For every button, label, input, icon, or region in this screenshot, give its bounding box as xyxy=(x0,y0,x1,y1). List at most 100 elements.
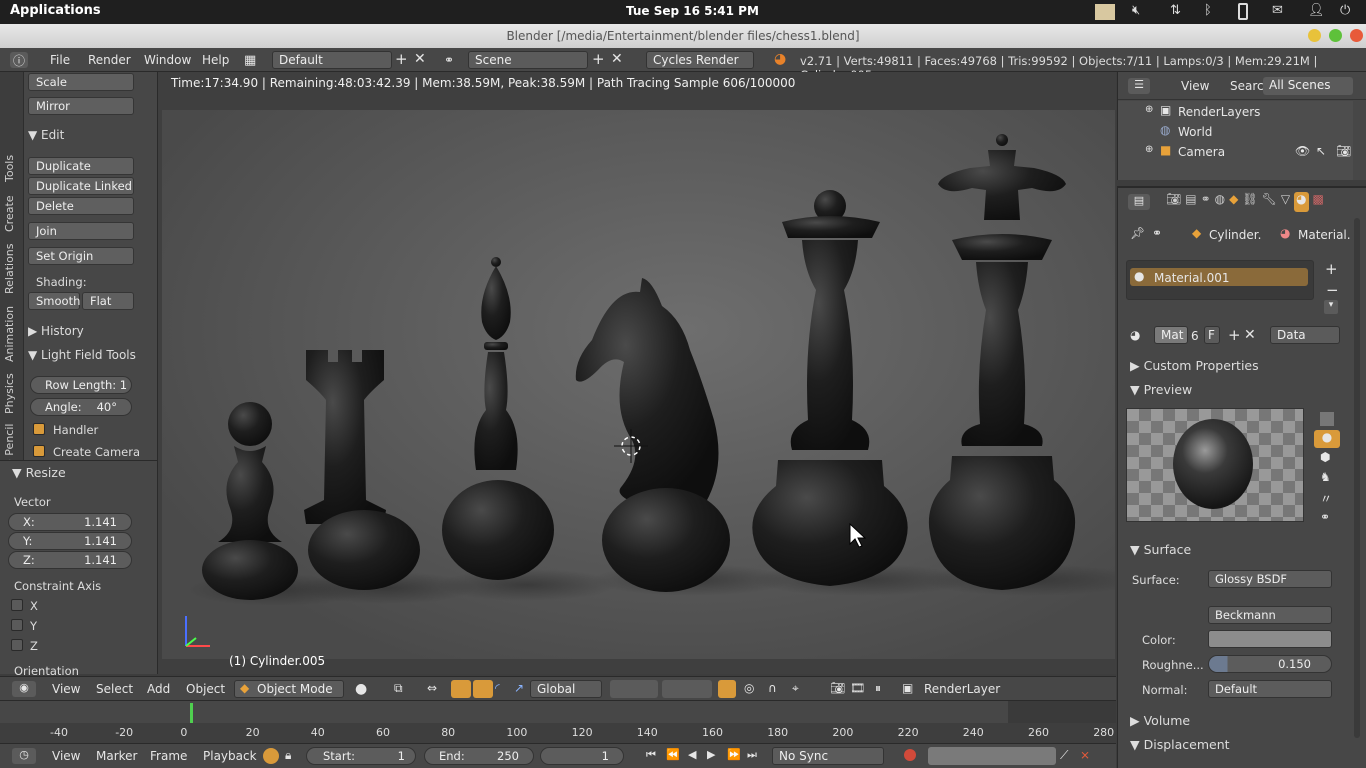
handler-checkbox[interactable] xyxy=(33,423,45,435)
create-camera-checkbox[interactable] xyxy=(33,445,45,457)
editor-type-timeline-icon[interactable]: ◷ xyxy=(12,748,36,764)
delete-key-icon[interactable]: ⨯ xyxy=(1080,748,1090,762)
network-icon[interactable]: ⇅ xyxy=(1170,3,1181,18)
constraints-tab-icon[interactable]: ⛓ xyxy=(1242,192,1257,212)
snap-element-icon[interactable]: ⌖ xyxy=(792,681,799,696)
fake-user-toggle[interactable]: F xyxy=(1204,326,1220,344)
translate-manipulator-icon[interactable] xyxy=(451,680,471,698)
applications-menu[interactable]: Applications xyxy=(10,3,101,18)
menu-window[interactable]: Window xyxy=(144,53,191,67)
layers-tab-icon[interactable]: ▤ xyxy=(1185,192,1196,212)
link-select[interactable]: Data xyxy=(1270,326,1340,344)
timeline-menu-frame[interactable]: Frame xyxy=(150,749,187,763)
duplicate-linked-button[interactable]: Duplicate Linked xyxy=(28,177,134,195)
menu-object[interactable]: Object xyxy=(186,682,225,696)
new-material-icon[interactable]: + xyxy=(1228,326,1241,344)
pivot-icon[interactable]: ⧉ xyxy=(394,681,403,696)
editor-type-3d-icon[interactable]: ◉ xyxy=(12,681,36,697)
expand-renderlayers-icon[interactable]: ⊕ xyxy=(1145,104,1153,115)
remove-layout-icon[interactable]: ✕ xyxy=(414,51,426,67)
roughness-slider[interactable]: 0.150 xyxy=(1208,655,1332,673)
render-tab-icon[interactable]: 📷︎ xyxy=(1166,192,1181,212)
flat-button[interactable]: Flat xyxy=(82,292,134,310)
pin-icon[interactable]: 📌︎ xyxy=(1130,226,1145,240)
play-reverse-icon[interactable]: ◀ xyxy=(688,748,696,761)
lock-layers-icon[interactable] xyxy=(718,680,736,698)
menu-render[interactable]: Render xyxy=(88,53,131,67)
outliner-item-camera[interactable]: Camera xyxy=(1178,145,1225,159)
scene-tab-icon[interactable]: ⚭ xyxy=(1201,192,1211,212)
scene-icon[interactable]: ⚭ xyxy=(444,53,454,67)
battery-icon[interactable] xyxy=(1238,3,1248,20)
render-layer-label[interactable]: RenderLayer xyxy=(924,682,1000,696)
user-icon[interactable]: 👤︎ xyxy=(1308,3,1325,18)
edit-panel-header[interactable]: ▼ Edit xyxy=(28,128,138,148)
tab-create[interactable]: Create xyxy=(3,195,16,232)
layers-group-1[interactable] xyxy=(610,680,658,698)
data-tab-icon[interactable]: ▽ xyxy=(1281,192,1290,212)
manipulator-extra-icon[interactable]: ↗ xyxy=(514,681,524,695)
keying-set-field[interactable] xyxy=(928,747,1056,765)
render-engine-select[interactable]: Cycles Render xyxy=(646,51,754,69)
snap-toggle-icon[interactable]: ∩ xyxy=(768,681,777,695)
set-origin-select[interactable]: Set Origin xyxy=(28,247,134,265)
row-length-field[interactable]: Row Length: 1 xyxy=(30,376,132,394)
add-layout-icon[interactable]: + xyxy=(395,50,408,68)
volume-header[interactable]: ▶ Volume xyxy=(1130,713,1190,728)
editor-type-properties-icon[interactable]: ▤ xyxy=(1128,194,1150,210)
object-tab-icon[interactable]: ◆ xyxy=(1229,192,1238,212)
breadcrumb-material[interactable]: Material. xyxy=(1298,228,1351,242)
mode-select[interactable]: Object Mode xyxy=(234,680,344,698)
material-name-field[interactable]: Mat xyxy=(1154,326,1188,344)
selectability-icon[interactable]: ↖ xyxy=(1316,144,1326,158)
layout-selector[interactable]: Default xyxy=(272,51,392,69)
breadcrumb-object[interactable]: Cylinder. xyxy=(1209,228,1261,242)
play-icon[interactable]: ▶ xyxy=(707,748,715,761)
mirror-button[interactable]: Mirror xyxy=(28,97,134,115)
add-slot-icon[interactable]: + xyxy=(1325,260,1338,278)
start-frame-field[interactable]: Start: 1 xyxy=(306,747,416,765)
tab-physics[interactable]: Physics xyxy=(3,373,16,414)
transform-orientation-select[interactable]: Global xyxy=(530,680,602,698)
pause-render-icon[interactable]: ⏸ xyxy=(875,681,881,696)
timeline-menu-marker[interactable]: Marker xyxy=(96,749,137,763)
resize-header[interactable]: ▼ Resize xyxy=(12,465,66,480)
tab-animation[interactable]: Animation xyxy=(3,306,16,362)
preview-cube-icon[interactable]: ⬢ xyxy=(1320,450,1330,464)
jump-start-icon[interactable]: ⏮ xyxy=(646,748,656,762)
preview-monkey-icon[interactable]: ♞ xyxy=(1320,470,1331,484)
mail-icon[interactable]: ✉ xyxy=(1272,3,1283,18)
timeline-ruler[interactable] xyxy=(0,723,1116,743)
remove-slot-icon[interactable]: − xyxy=(1326,281,1339,299)
scale-button[interactable]: Scale xyxy=(28,73,134,91)
insert-key-icon[interactable]: ⟋ xyxy=(1060,748,1068,763)
outliner-item-world[interactable]: World xyxy=(1178,125,1212,139)
duplicate-button[interactable]: Duplicate xyxy=(28,157,134,175)
jump-key-forward-icon[interactable]: ⏩ xyxy=(727,748,741,761)
color-swatch[interactable] xyxy=(1208,630,1332,648)
editor-type-outliner-icon[interactable]: ☰ xyxy=(1128,78,1150,94)
modifiers-tab-icon[interactable]: 🔧︎ xyxy=(1262,192,1277,212)
axis-z-checkbox[interactable] xyxy=(11,639,23,651)
material-tab-icon[interactable]: ◕ xyxy=(1294,192,1309,212)
vector-z-field[interactable]: Z: 1.141 xyxy=(8,551,132,569)
preview-flat-icon[interactable] xyxy=(1320,412,1334,426)
jump-key-back-icon[interactable]: ⏪ xyxy=(666,748,680,761)
menu-select[interactable]: Select xyxy=(96,682,133,696)
editor-type-icon[interactable]: ⓘ xyxy=(10,52,28,68)
preview-world-icon[interactable]: ⚭ xyxy=(1320,510,1330,524)
distribution-select[interactable]: Beckmann xyxy=(1208,606,1332,624)
timeline-menu-playback[interactable]: Playback xyxy=(203,749,257,763)
history-panel-header[interactable]: ▶ History xyxy=(28,324,138,344)
visibility-eye-icon[interactable]: 👁︎ xyxy=(1295,144,1310,158)
scale-manipulator-icon[interactable]: ◜ xyxy=(495,681,500,695)
manipulator-toggle-icon[interactable]: ⇔ xyxy=(427,681,437,695)
bluetooth-icon[interactable]: ᛒ xyxy=(1204,3,1212,18)
current-frame-marker[interactable] xyxy=(190,703,193,723)
smooth-button[interactable]: Smooth xyxy=(28,292,80,310)
remove-scene-icon[interactable]: ✕ xyxy=(611,51,623,67)
angle-field[interactable]: Angle: 40° xyxy=(30,398,132,416)
system-clock[interactable]: Tue Sep 16 5:41 PM xyxy=(626,4,759,18)
jump-end-icon[interactable]: ⏭ xyxy=(747,748,757,762)
display-mode-select[interactable]: All Scenes xyxy=(1263,77,1353,95)
